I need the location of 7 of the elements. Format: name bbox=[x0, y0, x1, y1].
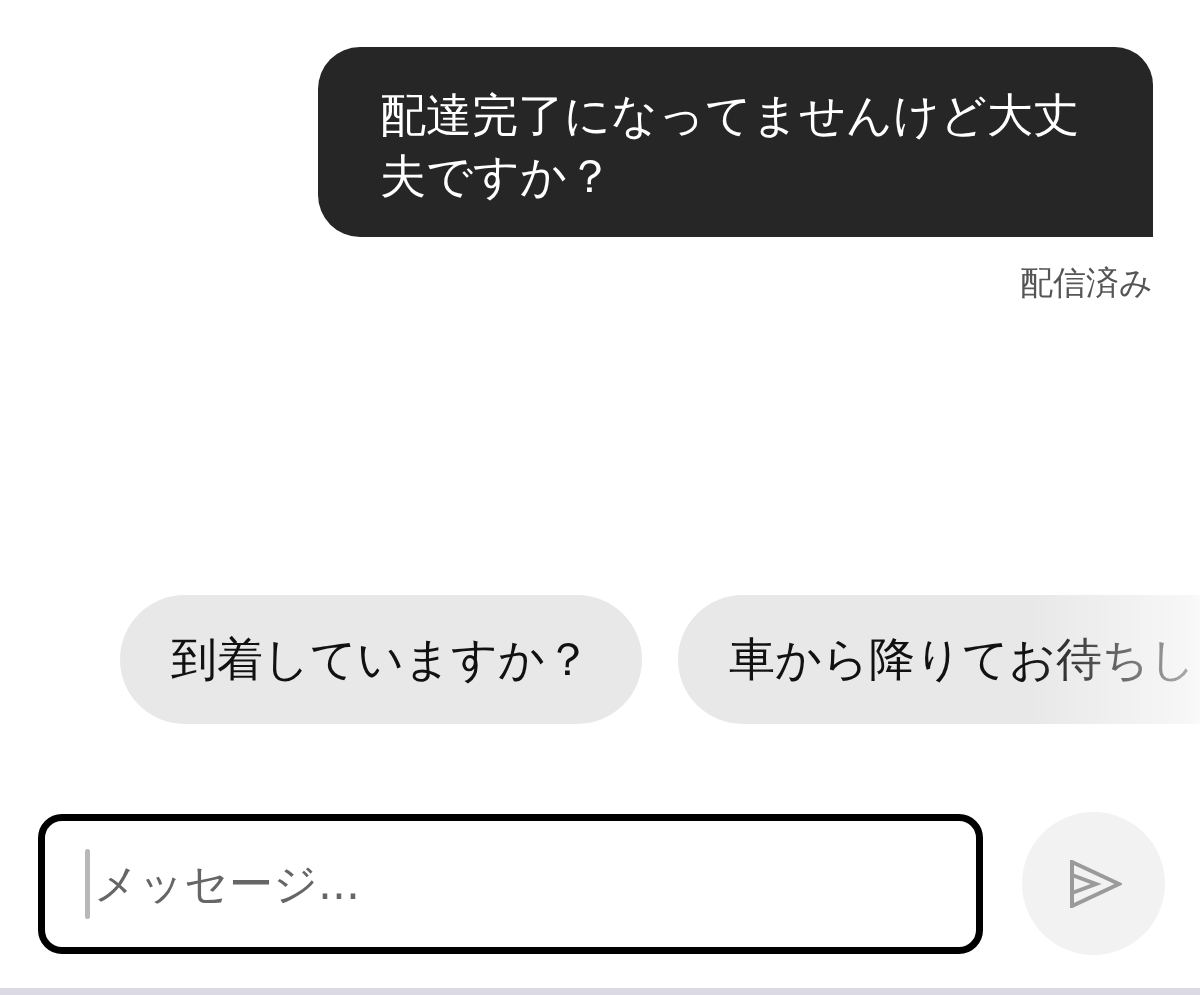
quick-reply-chip[interactable]: 車から降りてお待ちし bbox=[678, 595, 1200, 724]
message-bubble: 配達完了になってませんけど大丈夫ですか？ bbox=[318, 47, 1153, 237]
message-field[interactable]: メッセージ... bbox=[38, 813, 983, 954]
send-icon bbox=[1069, 859, 1122, 908]
text-cursor-icon bbox=[85, 848, 90, 919]
delivery-status: 配信済み bbox=[1020, 263, 1153, 303]
quick-reply-chip[interactable]: 到着していますか？ bbox=[120, 595, 642, 724]
